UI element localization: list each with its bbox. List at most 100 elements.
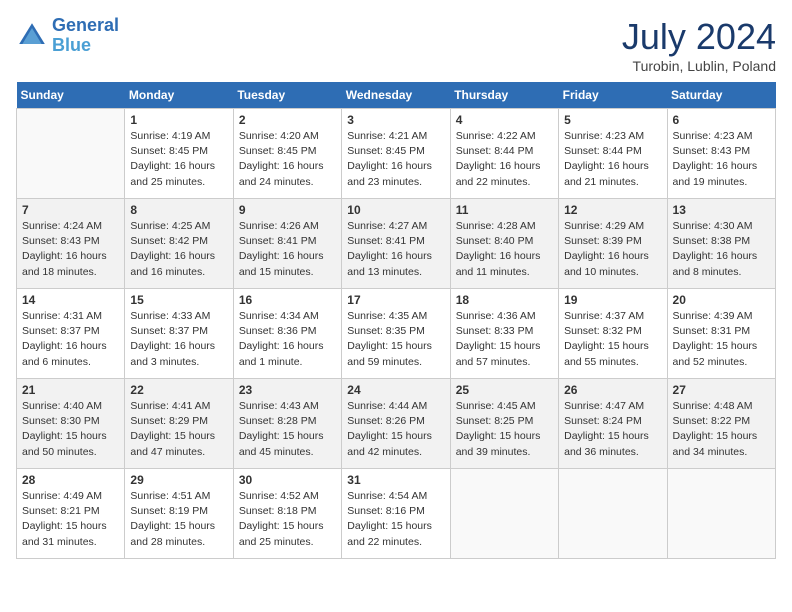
day-number: 5 [564,113,661,127]
week-row-1: 1 Sunrise: 4:19 AMSunset: 8:45 PMDaylight… [17,109,776,199]
day-number: 10 [347,203,444,217]
day-cell: 16 Sunrise: 4:34 AMSunset: 8:36 PMDayligh… [233,289,341,379]
day-cell: 22 Sunrise: 4:41 AMSunset: 8:29 PMDayligh… [125,379,233,469]
day-info: Sunrise: 4:49 AMSunset: 8:21 PMDaylight:… [22,489,119,550]
day-cell: 5 Sunrise: 4:23 AMSunset: 8:44 PMDaylight… [559,109,667,199]
day-cell: 2 Sunrise: 4:20 AMSunset: 8:45 PMDaylight… [233,109,341,199]
day-number: 24 [347,383,444,397]
day-number: 21 [22,383,119,397]
day-number: 11 [456,203,553,217]
day-info: Sunrise: 4:52 AMSunset: 8:18 PMDaylight:… [239,489,336,550]
day-cell: 23Sunrise: 4:43 AMSunset: 8:28 PMDayligh… [233,379,341,469]
day-cell: 11 Sunrise: 4:28 AMSunset: 8:40 PMDayligh… [450,199,558,289]
day-number: 30 [239,473,336,487]
day-number: 31 [347,473,444,487]
month-year: July 2024 [622,16,776,58]
day-number: 2 [239,113,336,127]
day-number: 16 [239,293,336,307]
day-cell: 10 Sunrise: 4:27 AMSunset: 8:41 PMDayligh… [342,199,450,289]
day-info: Sunrise: 4:30 AMSunset: 8:38 PMDaylight:… [673,219,770,280]
logo: General Blue [16,16,119,56]
col-header-tuesday: Tuesday [233,82,341,109]
day-number: 4 [456,113,553,127]
day-info: Sunrise: 4:37 AMSunset: 8:32 PMDaylight:… [564,309,661,370]
day-cell: 6 Sunrise: 4:23 AMSunset: 8:43 PMDaylight… [667,109,775,199]
day-number: 1 [130,113,227,127]
week-row-5: 28 Sunrise: 4:49 AMSunset: 8:21 PMDayligh… [17,469,776,559]
day-info: Sunrise: 4:29 AMSunset: 8:39 PMDaylight:… [564,219,661,280]
day-info: Sunrise: 4:23 AMSunset: 8:44 PMDaylight:… [564,129,661,190]
day-number: 14 [22,293,119,307]
day-number: 28 [22,473,119,487]
logo-text: General Blue [52,16,119,56]
day-cell: 29 Sunrise: 4:51 AMSunset: 8:19 PMDayligh… [125,469,233,559]
day-cell: 28 Sunrise: 4:49 AMSunset: 8:21 PMDayligh… [17,469,125,559]
day-number: 25 [456,383,553,397]
day-info: Sunrise: 4:33 AMSunset: 8:37 PMDaylight:… [130,309,227,370]
day-number: 27 [673,383,770,397]
col-header-saturday: Saturday [667,82,775,109]
col-header-wednesday: Wednesday [342,82,450,109]
day-cell: 31 Sunrise: 4:54 AMSunset: 8:16 PMDayligh… [342,469,450,559]
week-row-4: 21 Sunrise: 4:40 AMSunset: 8:30 PMDayligh… [17,379,776,469]
day-cell: 24 Sunrise: 4:44 AMSunset: 8:26 PMDayligh… [342,379,450,469]
day-info: Sunrise: 4:19 AMSunset: 8:45 PMDaylight:… [130,129,227,190]
week-row-2: 7 Sunrise: 4:24 AMSunset: 8:43 PMDaylight… [17,199,776,289]
day-number: 17 [347,293,444,307]
col-header-monday: Monday [125,82,233,109]
day-info: Sunrise: 4:36 AMSunset: 8:33 PMDaylight:… [456,309,553,370]
day-info: Sunrise: 4:44 AMSunset: 8:26 PMDaylight:… [347,399,444,460]
day-info: Sunrise: 4:24 AMSunset: 8:43 PMDaylight:… [22,219,119,280]
day-cell: 30 Sunrise: 4:52 AMSunset: 8:18 PMDayligh… [233,469,341,559]
day-info: Sunrise: 4:39 AMSunset: 8:31 PMDaylight:… [673,309,770,370]
day-number: 7 [22,203,119,217]
day-number: 6 [673,113,770,127]
day-cell: 8Sunrise: 4:25 AMSunset: 8:42 PMDaylight… [125,199,233,289]
day-cell: 15 Sunrise: 4:33 AMSunset: 8:37 PMDayligh… [125,289,233,379]
day-cell: 3 Sunrise: 4:21 AMSunset: 8:45 PMDaylight… [342,109,450,199]
day-info: Sunrise: 4:23 AMSunset: 8:43 PMDaylight:… [673,129,770,190]
day-cell: 12Sunrise: 4:29 AMSunset: 8:39 PMDayligh… [559,199,667,289]
day-number: 20 [673,293,770,307]
day-number: 3 [347,113,444,127]
col-header-sunday: Sunday [17,82,125,109]
col-header-friday: Friday [559,82,667,109]
day-number: 18 [456,293,553,307]
day-info: Sunrise: 4:40 AMSunset: 8:30 PMDaylight:… [22,399,119,460]
day-cell: 18 Sunrise: 4:36 AMSunset: 8:33 PMDayligh… [450,289,558,379]
day-info: Sunrise: 4:26 AMSunset: 8:41 PMDaylight:… [239,219,336,280]
day-info: Sunrise: 4:45 AMSunset: 8:25 PMDaylight:… [456,399,553,460]
day-info: Sunrise: 4:28 AMSunset: 8:40 PMDaylight:… [456,219,553,280]
day-info: Sunrise: 4:41 AMSunset: 8:29 PMDaylight:… [130,399,227,460]
day-number: 15 [130,293,227,307]
day-info: Sunrise: 4:21 AMSunset: 8:45 PMDaylight:… [347,129,444,190]
day-info: Sunrise: 4:54 AMSunset: 8:16 PMDaylight:… [347,489,444,550]
day-cell: 26 Sunrise: 4:47 AMSunset: 8:24 PMDayligh… [559,379,667,469]
day-cell: 27Sunrise: 4:48 AMSunset: 8:22 PMDayligh… [667,379,775,469]
week-row-3: 14 Sunrise: 4:31 AMSunset: 8:37 PMDayligh… [17,289,776,379]
day-info: Sunrise: 4:25 AMSunset: 8:42 PMDaylight:… [130,219,227,280]
day-info: Sunrise: 4:34 AMSunset: 8:36 PMDaylight:… [239,309,336,370]
day-cell: 14 Sunrise: 4:31 AMSunset: 8:37 PMDayligh… [17,289,125,379]
col-header-thursday: Thursday [450,82,558,109]
day-cell: 7 Sunrise: 4:24 AMSunset: 8:43 PMDaylight… [17,199,125,289]
day-cell: 25 Sunrise: 4:45 AMSunset: 8:25 PMDayligh… [450,379,558,469]
day-number: 26 [564,383,661,397]
day-number: 23 [239,383,336,397]
logo-icon [16,20,48,52]
day-cell [17,109,125,199]
day-number: 29 [130,473,227,487]
day-info: Sunrise: 4:31 AMSunset: 8:37 PMDaylight:… [22,309,119,370]
day-cell: 20 Sunrise: 4:39 AMSunset: 8:31 PMDayligh… [667,289,775,379]
day-cell: 9Sunrise: 4:26 AMSunset: 8:41 PMDaylight… [233,199,341,289]
day-number: 19 [564,293,661,307]
day-info: Sunrise: 4:27 AMSunset: 8:41 PMDaylight:… [347,219,444,280]
day-info: Sunrise: 4:20 AMSunset: 8:45 PMDaylight:… [239,129,336,190]
title-block: July 2024 Turobin, Lublin, Poland [622,16,776,74]
day-info: Sunrise: 4:51 AMSunset: 8:19 PMDaylight:… [130,489,227,550]
day-info: Sunrise: 4:47 AMSunset: 8:24 PMDaylight:… [564,399,661,460]
day-cell [667,469,775,559]
day-number: 13 [673,203,770,217]
day-cell: 21 Sunrise: 4:40 AMSunset: 8:30 PMDayligh… [17,379,125,469]
day-number: 22 [130,383,227,397]
